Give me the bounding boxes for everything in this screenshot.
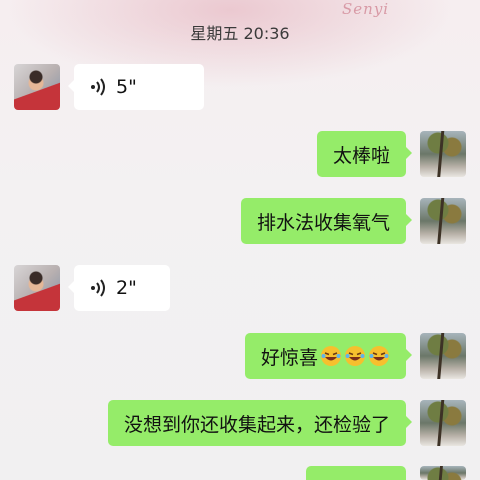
self-avatar[interactable] <box>420 131 466 177</box>
background-signature: Senyi <box>342 0 390 18</box>
message-text: 没想到你还收集起来，还检验了 <box>123 413 390 436</box>
contact-avatar[interactable] <box>14 265 60 311</box>
voice-message-bubble[interactable]: 2" <box>68 265 170 311</box>
laughing-face-emoji-icon <box>345 346 365 366</box>
voice-duration: 5" <box>116 76 137 98</box>
text-message-bubble-partial[interactable] <box>306 466 406 480</box>
self-avatar-partial[interactable] <box>420 466 466 480</box>
laughing-face-emoji-icon <box>369 346 389 366</box>
text-message-bubble[interactable]: 太棒啦 <box>316 131 413 177</box>
message-text: 太棒啦 <box>332 144 390 167</box>
message-row: 排水法收集氧气 <box>0 198 480 244</box>
message-row-partial <box>0 466 480 480</box>
text-message-bubble[interactable]: 排水法收集氧气 <box>240 198 413 244</box>
message-row: 没想到你还收集起来，还检验了 <box>0 400 480 446</box>
message-row: 好惊喜 <box>0 333 480 379</box>
message-timestamp: 星期五 20:36 <box>190 24 290 43</box>
self-avatar[interactable] <box>420 198 466 244</box>
laughing-face-emoji-icon <box>321 346 341 366</box>
voice-message-bubble[interactable]: 5" <box>68 64 204 110</box>
text-message-bubble[interactable]: 好惊喜 <box>244 333 413 379</box>
self-avatar[interactable] <box>420 333 466 379</box>
voice-wave-icon <box>91 279 105 297</box>
message-text: 排水法收集氧气 <box>256 211 390 234</box>
voice-duration: 2" <box>116 277 137 299</box>
message-row: 2" <box>0 265 480 311</box>
contact-avatar[interactable] <box>14 64 60 110</box>
text-message-bubble[interactable]: 没想到你还收集起来，还检验了 <box>107 400 413 446</box>
self-avatar[interactable] <box>420 400 466 446</box>
message-row: 太棒啦 <box>0 131 480 177</box>
voice-wave-icon <box>91 78 105 96</box>
message-row: 5" <box>0 64 480 110</box>
message-text: 好惊喜 <box>260 346 318 369</box>
